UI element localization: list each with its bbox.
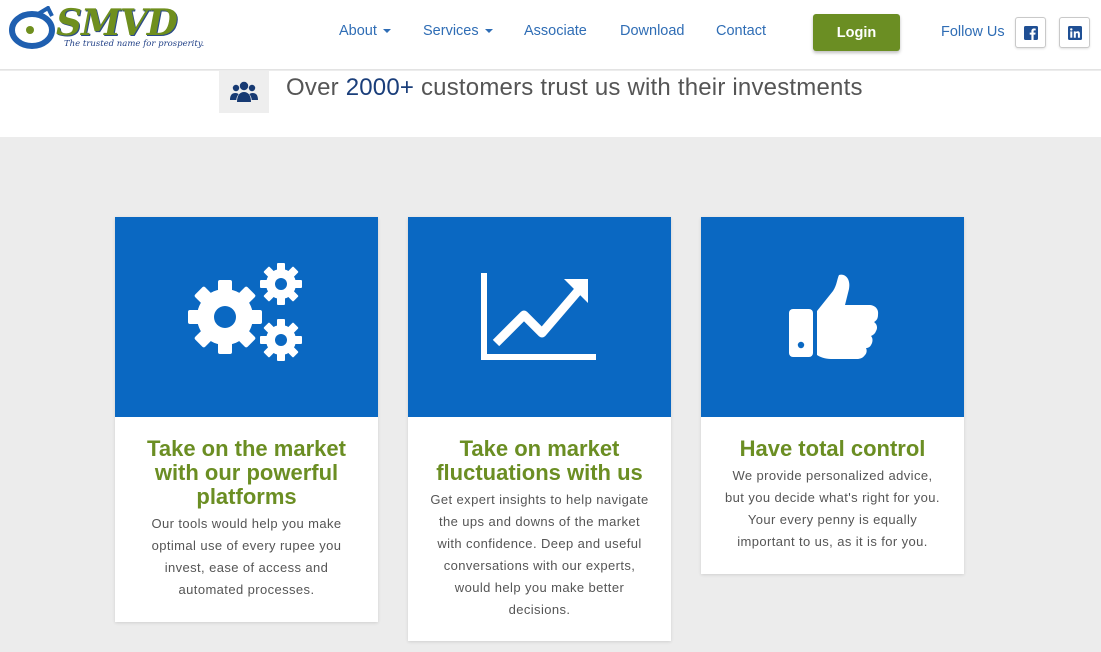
card-description: Get expert insights to help navigate the… — [430, 492, 649, 617]
navbar: SMVD The trusted name for prosperity. Ab… — [0, 0, 1101, 70]
linkedin-button[interactable] — [1059, 17, 1090, 48]
feature-card-fluctuations: Take on market fluctuations with us Get … — [408, 217, 671, 641]
feature-card-control: Have total control We provide personaliz… — [701, 217, 964, 574]
caret-down-icon — [484, 29, 493, 34]
thumbs-up-icon — [788, 274, 878, 359]
card-image — [408, 217, 671, 417]
nav-services[interactable]: Services — [423, 23, 493, 39]
logo-swirl-icon — [9, 6, 55, 49]
brand-name: SMVD — [56, 2, 178, 44]
nav-services-label: Services — [423, 23, 479, 39]
login-button[interactable]: Login — [813, 14, 900, 51]
nav-about-label: About — [339, 23, 377, 39]
feature-card-platforms: Take on the market with our powerful pla… — [115, 217, 378, 622]
card-title: Take on the market with our powerful pla… — [147, 436, 346, 509]
card-title: Take on market fluctuations with us — [436, 436, 643, 485]
card-image — [115, 217, 378, 417]
nav-associate[interactable]: Associate — [524, 23, 587, 39]
brand-logo[interactable]: SMVD The trusted name for prosperity. — [8, 2, 205, 54]
brand-tagline: The trusted name for prosperity. — [64, 39, 205, 49]
facebook-icon — [1023, 25, 1038, 40]
facebook-button[interactable] — [1015, 17, 1046, 48]
card-image — [701, 217, 964, 417]
gears-icon — [187, 263, 302, 361]
follow-us-label: Follow Us — [941, 24, 1005, 40]
card-description: Our tools would help you make optimal us… — [151, 516, 342, 597]
nav-about[interactable]: About — [339, 23, 391, 39]
nav-contact[interactable]: Contact — [716, 23, 766, 39]
nav-download[interactable]: Download — [620, 23, 685, 39]
users-icon-box — [219, 71, 269, 113]
users-icon — [230, 81, 258, 102]
caret-down-icon — [382, 29, 391, 34]
card-title: Have total control — [739, 436, 926, 461]
trust-prefix: Over — [286, 74, 339, 101]
trust-statement: Over 2000+ customers trust us with their… — [286, 74, 863, 102]
linkedin-icon — [1067, 25, 1082, 40]
trust-banner: Over 2000+ customers trust us with their… — [0, 71, 1101, 137]
trust-suffix: customers trust us with their investment… — [420, 74, 863, 101]
chart-line-icon — [480, 273, 596, 360]
card-description: We provide personalized advice, but you … — [725, 468, 940, 549]
customer-count: 2000+ — [345, 74, 415, 101]
